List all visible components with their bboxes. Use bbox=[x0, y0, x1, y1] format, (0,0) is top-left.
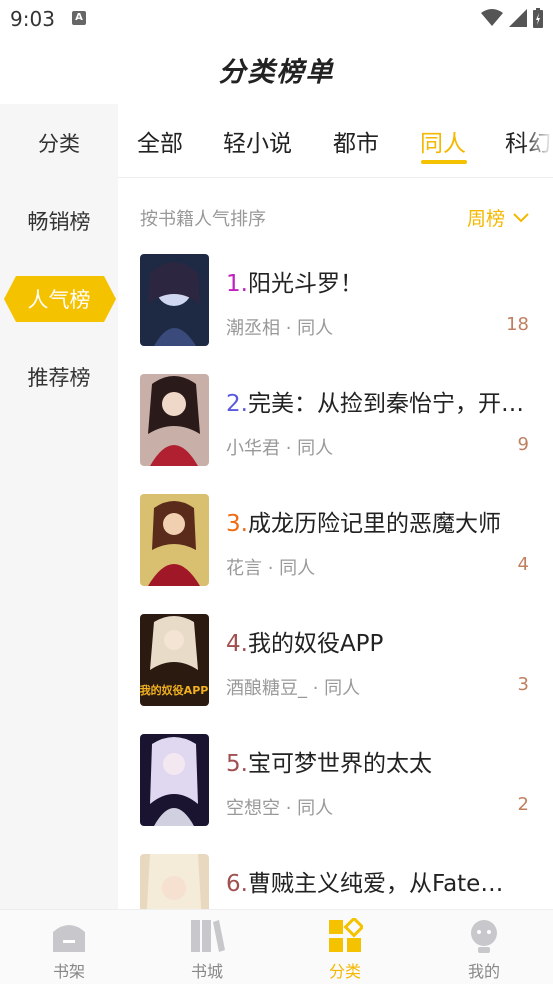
battery-icon bbox=[533, 8, 543, 28]
nav-category-label: 分类 bbox=[328, 962, 361, 981]
status-icons bbox=[481, 8, 543, 28]
book-title: 2.完美：从捡到秦怡宁，开始无敌 bbox=[226, 384, 526, 418]
book-list-item[interactable]: 2.完美：从捡到秦怡宁，开始无敌 小华君 · 同人 9 bbox=[118, 374, 553, 494]
signal-icon bbox=[509, 9, 527, 27]
sidebar: 分类 畅销榜 人气榜 推荐榜 bbox=[0, 104, 118, 910]
bottom-nav: 书架 书城 分类 我的 bbox=[0, 909, 553, 984]
nav-bookstore[interactable]: 书城 bbox=[138, 910, 276, 984]
nav-profile-label: 我的 bbox=[467, 962, 500, 981]
book-rank: 5. bbox=[226, 751, 248, 777]
book-meta: 酒酿糖豆_ · 同人 bbox=[226, 678, 361, 699]
sidebar-item-popular[interactable]: 人气榜 bbox=[0, 278, 118, 322]
nav-bookshelf[interactable]: 书架 bbox=[0, 910, 138, 984]
book-rank: 1. bbox=[226, 271, 248, 297]
book-title: 5.宝可梦世界的太太 bbox=[226, 744, 526, 778]
book-list-item[interactable]: 1.阳光斗罗！ 潮丞相 · 同人 18 bbox=[118, 254, 553, 374]
book-title-text: 宝可梦世界的太太 bbox=[247, 751, 432, 777]
sidebar-item-category[interactable]: 分类 bbox=[0, 122, 118, 166]
book-list-item[interactable]: 3.成龙历险记里的恶魔大师 花言 · 同人 4 bbox=[118, 494, 553, 614]
notification-a-icon: A bbox=[72, 11, 86, 25]
book-list-item[interactable]: 我的奴役APP 4.我的奴役APP 酒酿糖豆_ · 同人 3 bbox=[118, 614, 553, 734]
book-popularity-count: 4 bbox=[517, 554, 529, 575]
book-cover bbox=[140, 374, 209, 466]
book-rank: 4. bbox=[226, 631, 248, 657]
tab-urban[interactable]: 都市 bbox=[333, 124, 379, 158]
tab-all[interactable]: 全部 bbox=[137, 124, 183, 158]
status-bar: 9:03 A bbox=[0, 0, 553, 36]
tab-fanfic[interactable]: 同人 bbox=[420, 124, 466, 158]
book-title-text: 成龙历险记里的恶魔大师 bbox=[247, 511, 501, 537]
book-cover bbox=[140, 494, 209, 586]
book-popularity-count: 3 bbox=[517, 674, 529, 695]
book-meta: 潮丞相 · 同人 bbox=[226, 318, 334, 339]
cover-title-text: 我的奴役APP bbox=[140, 683, 208, 697]
sort-period-dropdown[interactable]: 周榜 bbox=[467, 204, 529, 231]
page-title: 分类榜单 bbox=[218, 57, 335, 88]
bookstore-icon bbox=[191, 920, 225, 952]
book-meta: 空想空 · 同人 bbox=[226, 798, 334, 819]
book-popularity-count: 2 bbox=[517, 794, 529, 815]
status-time: 9:03 bbox=[10, 7, 55, 31]
book-rank: 6. bbox=[226, 871, 248, 897]
book-popularity-count: 18 bbox=[506, 314, 529, 335]
book-title-text: 我的奴役APP bbox=[247, 631, 384, 657]
book-title: 3.成龙历险记里的恶魔大师 bbox=[226, 504, 526, 538]
bookshelf-icon bbox=[53, 925, 85, 952]
sort-period-value: 周榜 bbox=[466, 208, 505, 230]
tabs-fade bbox=[523, 104, 553, 176]
chevron-down-icon bbox=[513, 212, 529, 222]
nav-bookstore-label: 书城 bbox=[190, 962, 223, 981]
book-title: 1.阳光斗罗！ bbox=[226, 264, 526, 298]
book-rank: 2. bbox=[226, 391, 248, 417]
book-cover bbox=[140, 254, 209, 346]
book-cover: 我的奴役APP bbox=[140, 614, 209, 706]
category-tabs: 全部 轻小说 都市 同人 科幻 bbox=[118, 104, 553, 178]
nav-profile[interactable]: 我的 bbox=[415, 910, 553, 984]
profile-icon bbox=[471, 920, 497, 953]
tab-active-underline bbox=[421, 160, 467, 164]
book-title: 4.我的奴役APP bbox=[226, 624, 526, 658]
book-meta: 小华君 · 同人 bbox=[226, 438, 334, 459]
wifi-icon bbox=[481, 9, 503, 26]
tab-light-novel[interactable]: 轻小说 bbox=[223, 124, 292, 158]
nav-bookshelf-label: 书架 bbox=[52, 962, 85, 981]
sidebar-item-recommended[interactable]: 推荐榜 bbox=[0, 356, 118, 400]
book-popularity-count: 9 bbox=[517, 434, 529, 455]
sidebar-item-bestseller[interactable]: 畅销榜 bbox=[0, 200, 118, 244]
book-title-text: 曹贼主义纯爱，从Fate开始 bbox=[247, 871, 526, 897]
book-title: 6.曹贼主义纯爱，从Fate开始 bbox=[226, 864, 526, 898]
nav-category[interactable]: 分类 bbox=[276, 910, 414, 984]
book-cover bbox=[140, 734, 209, 826]
category-icon bbox=[329, 918, 363, 952]
book-title-text: 阳光斗罗！ bbox=[247, 271, 363, 297]
book-meta: 花言 · 同人 bbox=[226, 558, 316, 579]
sort-label: 按书籍人气排序 bbox=[140, 209, 266, 230]
book-title-text: 完美：从捡到秦怡宁，开始无敌 bbox=[247, 391, 526, 417]
book-list-item[interactable]: 5.宝可梦世界的太太 空想空 · 同人 2 bbox=[118, 734, 553, 854]
book-rank: 3. bbox=[226, 511, 248, 537]
